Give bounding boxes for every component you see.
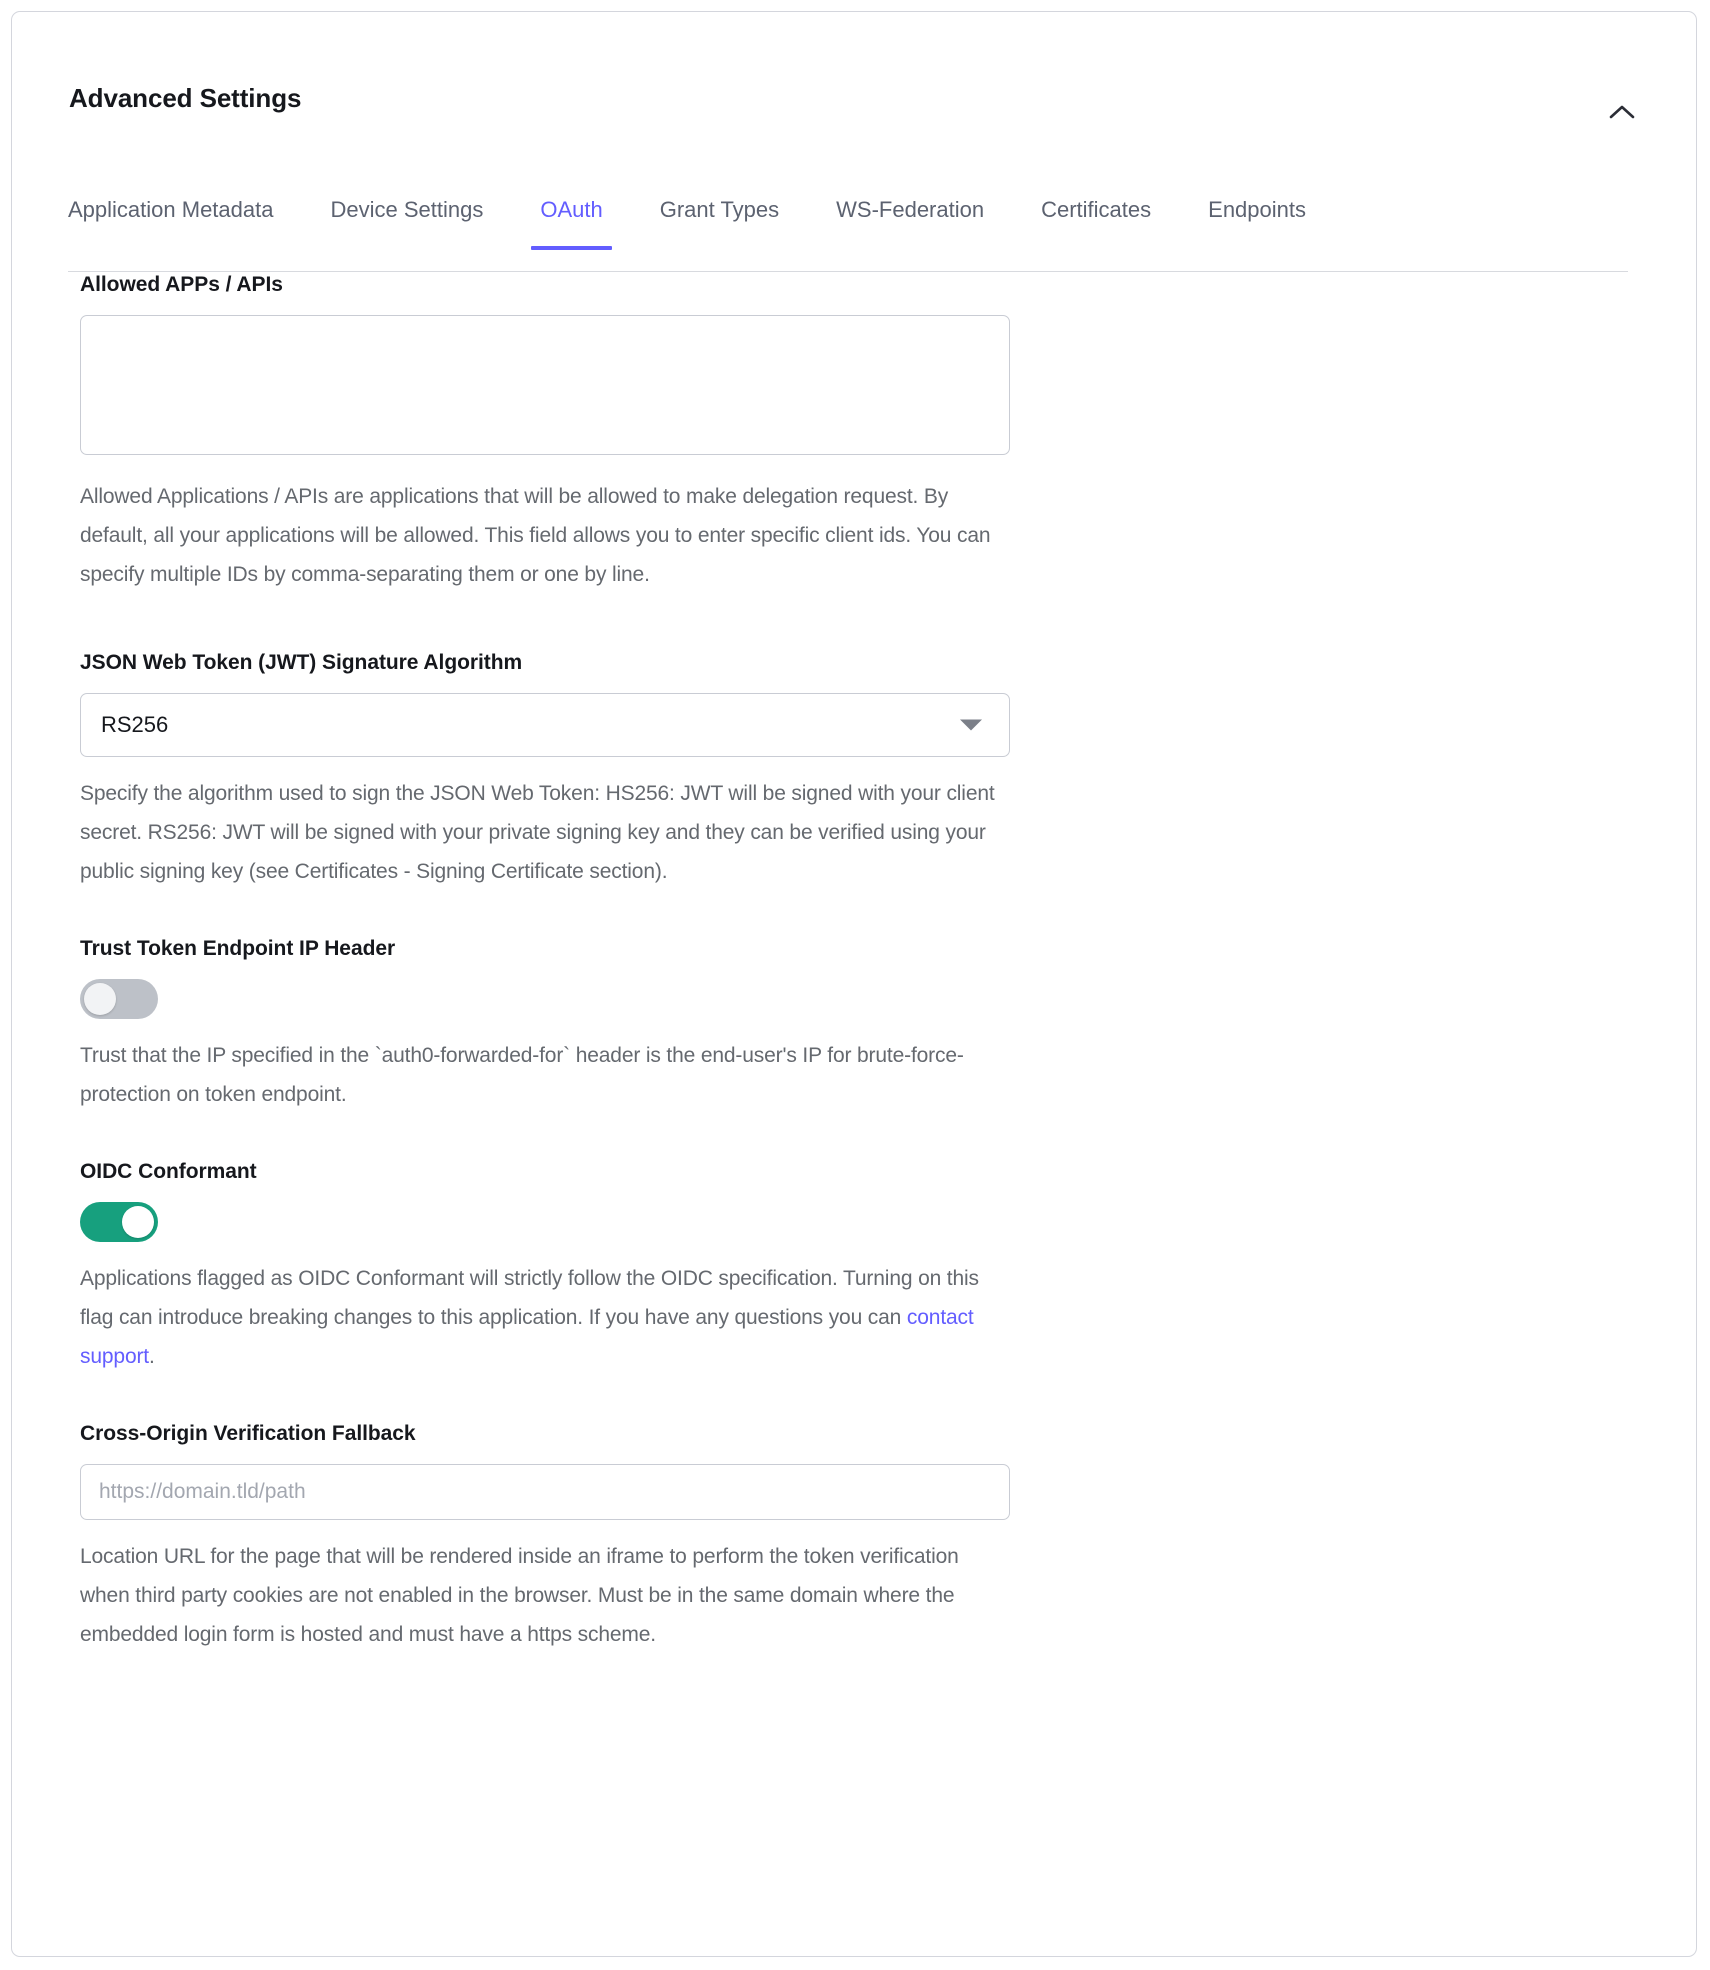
tab-ws-federation[interactable]: WS-Federation <box>836 197 984 249</box>
oidc-help-text-before: Applications flagged as OIDC Conformant … <box>80 1267 979 1329</box>
trust-token-ip-toggle[interactable] <box>80 979 158 1019</box>
oauth-settings-form: Allowed APPs / APIs Allowed Applications… <box>12 272 1696 1654</box>
toggle-knob <box>84 983 116 1015</box>
tab-certificates[interactable]: Certificates <box>1041 197 1151 249</box>
jwt-algorithm-value: RS256 <box>101 712 169 737</box>
card-header: Advanced Settings <box>12 12 1696 119</box>
field-jwt-algorithm: JSON Web Token (JWT) Signature Algorithm… <box>12 650 1696 891</box>
tab-endpoints[interactable]: Endpoints <box>1208 197 1306 249</box>
tab-application-metadata[interactable]: Application Metadata <box>68 197 273 249</box>
advanced-settings-card: Advanced Settings Application Metadata D… <box>11 11 1697 1957</box>
cross-origin-label: Cross-Origin Verification Fallback <box>80 1422 416 1445</box>
oidc-help-text-after: . <box>149 1345 155 1368</box>
jwt-algorithm-help: Specify the algorithm used to sign the J… <box>80 782 995 883</box>
allowed-apps-input[interactable] <box>80 315 1010 455</box>
tab-grant-types[interactable]: Grant Types <box>660 197 779 249</box>
jwt-algorithm-select[interactable]: RS256 <box>80 693 1010 757</box>
tab-oauth[interactable]: OAuth <box>531 197 613 250</box>
field-trust-token-ip: Trust Token Endpoint IP Header Trust tha… <box>12 936 1696 1114</box>
chevron-up-icon <box>1609 104 1635 120</box>
cross-origin-input[interactable] <box>80 1464 1010 1520</box>
field-oidc-conformant: OIDC Conformant Applications flagged as … <box>12 1159 1696 1376</box>
cross-origin-help: Location URL for the page that will be r… <box>80 1545 959 1646</box>
tab-device-settings[interactable]: Device Settings <box>330 197 483 249</box>
trust-token-ip-help: Trust that the IP specified in the `auth… <box>80 1044 964 1106</box>
collapse-section-button[interactable] <box>1600 90 1644 134</box>
allowed-apps-label: Allowed APPs / APIs <box>80 273 283 296</box>
field-cross-origin: Cross-Origin Verification Fallback Locat… <box>12 1421 1696 1654</box>
oidc-conformant-help: Applications flagged as OIDC Conformant … <box>80 1259 1010 1376</box>
page-title: Advanced Settings <box>69 83 302 113</box>
oidc-conformant-label: OIDC Conformant <box>80 1160 257 1183</box>
trust-token-ip-label: Trust Token Endpoint IP Header <box>80 937 396 960</box>
allowed-apps-help: Allowed Applications / APIs are applicat… <box>80 485 991 586</box>
tab-bar: Application Metadata Device Settings OAu… <box>68 197 1628 272</box>
toggle-knob <box>122 1206 154 1238</box>
oidc-conformant-toggle[interactable] <box>80 1202 158 1242</box>
jwt-algorithm-label: JSON Web Token (JWT) Signature Algorithm <box>80 651 523 674</box>
field-allowed-apps: Allowed APPs / APIs Allowed Applications… <box>12 272 1696 594</box>
